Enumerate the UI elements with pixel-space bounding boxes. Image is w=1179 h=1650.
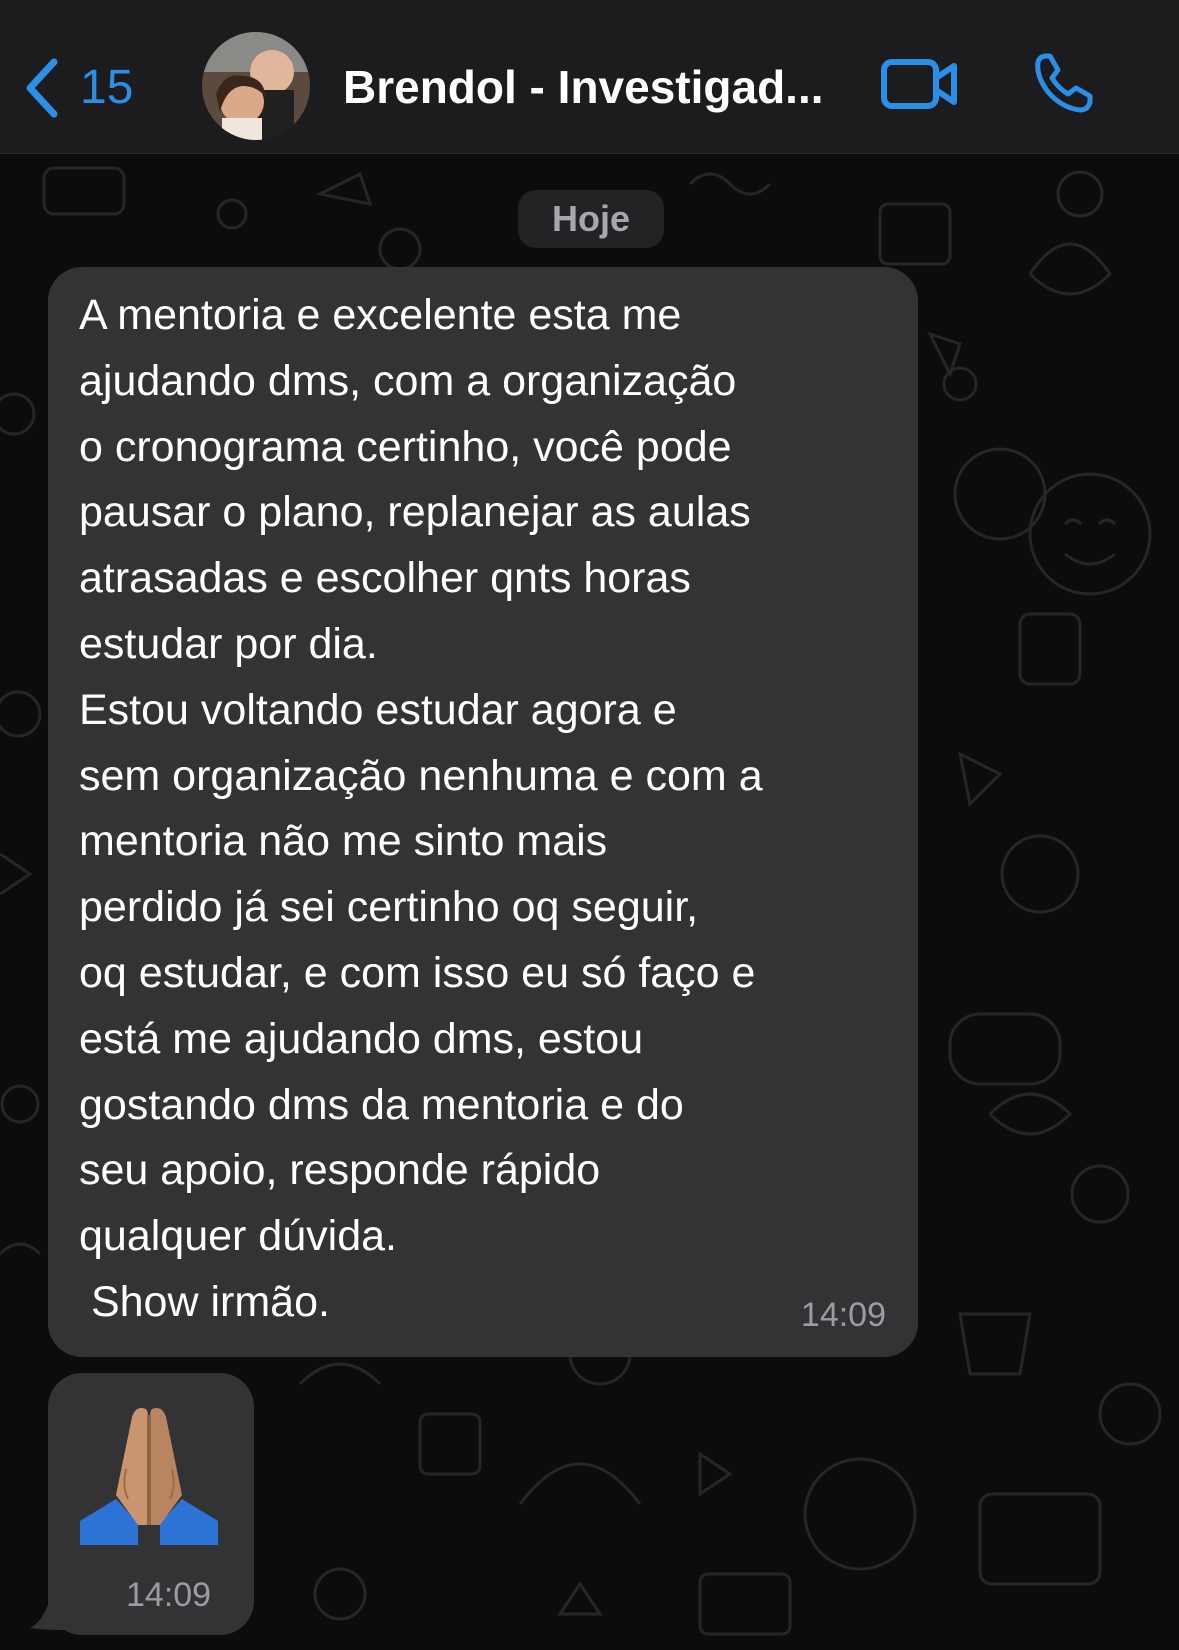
unread-count: 15 [80, 61, 134, 114]
chat-header: 15 Brendol - Investigad... [0, 0, 1179, 154]
avatar[interactable] [202, 32, 310, 140]
chat-screen: 15 Brendol - Investigad... Hoje A mentor… [0, 0, 1179, 1650]
message-timestamp: 14:09 [800, 1296, 886, 1334]
back-button[interactable]: 15 [24, 52, 133, 124]
message-text: A mentoria e excelente esta me ajudando … [79, 291, 763, 1326]
chat-area[interactable]: Hoje A mentoria e excelente esta me ajud… [0, 154, 1179, 1650]
chevron-left-icon [26, 58, 58, 118]
voice-call-button[interactable] [1032, 50, 1096, 119]
bubble-tail [30, 1590, 64, 1630]
message-bubble[interactable]: A mentoria e excelente esta me ajudando … [48, 267, 918, 1357]
message-timestamp: 14:09 [126, 1576, 212, 1614]
date-separator: Hoje [518, 190, 664, 248]
video-camera-icon [881, 59, 957, 109]
emoji-message-bubble[interactable]: 14:09 [48, 1373, 254, 1635]
video-call-button[interactable] [880, 52, 960, 121]
contact-name[interactable]: Brendol - Investigad... [343, 60, 843, 114]
phone-icon [1035, 53, 1093, 113]
folded-hands-icon [80, 1408, 218, 1545]
